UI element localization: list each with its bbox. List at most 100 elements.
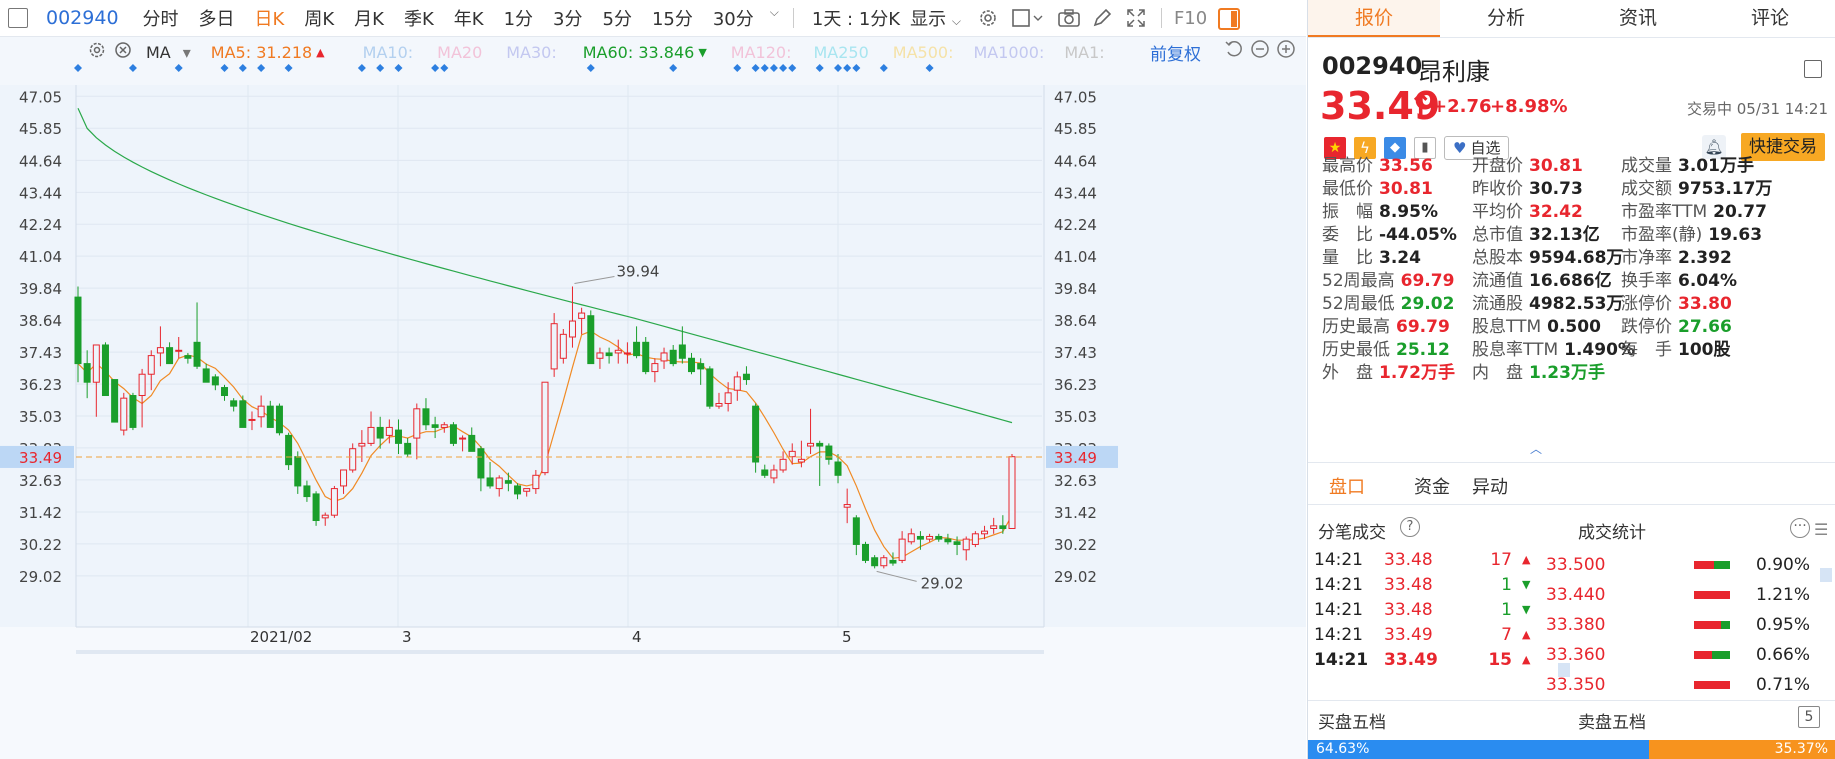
tick-price: 33.48 [1384, 600, 1433, 620]
candle-body [880, 557, 888, 567]
quote-value: 69.79 [1396, 317, 1450, 337]
kline-chart[interactable]: 47.05 47.05 45.85 45.85 44.64 44.64 43.44 43.44… [0, 37, 1306, 759]
five-levels-icon[interactable]: 5 [1798, 706, 1820, 728]
expand-icon[interactable] [1804, 60, 1822, 78]
candle [651, 358, 659, 383]
candle-body [742, 373, 750, 381]
settings-icon[interactable] [978, 8, 998, 28]
y-tick-label-left: 45.85 [19, 120, 62, 138]
tick-price: 33.49 [1384, 625, 1433, 645]
sub-tab[interactable]: 盘口 [1329, 473, 1365, 499]
ma-indicator-label[interactable]: MA [146, 43, 171, 62]
timeframe-tab[interactable]: 3分 [553, 5, 582, 31]
quote-item: 股息率TTM 1.490% [1472, 335, 1635, 360]
stat-pct: 0.95% [1755, 615, 1810, 635]
quote-item: 内 盘 1.23万手 [1472, 358, 1605, 383]
help-icon[interactable]: ? [1400, 517, 1420, 537]
y-tick-label-right: 45.85 [1054, 120, 1097, 138]
zoom-out-icon[interactable] [1250, 39, 1270, 64]
adjust-mode-button[interactable]: 前复权 [1150, 40, 1201, 65]
candle [468, 427, 476, 452]
candle-body [202, 368, 210, 383]
timeframe-tab[interactable]: 日K [255, 5, 285, 31]
stat-bar-fill [1694, 651, 1712, 659]
buy-five-levels-title: 买盘五档 [1318, 713, 1386, 733]
quote-item: 市盈率TTM 20.77 [1621, 197, 1767, 222]
candle-body [321, 514, 329, 519]
ticks-title: 分笔成交 [1318, 523, 1386, 543]
scroll-indicator[interactable] [1820, 568, 1832, 582]
candle-body [193, 341, 201, 367]
collapse-chevron-icon[interactable]: ︿ [1530, 440, 1542, 457]
candle-body [523, 488, 531, 492]
sell-ratio-text: 35.37% [1774, 741, 1828, 757]
panel-tab[interactable]: 分析 [1440, 0, 1572, 37]
candle [266, 400, 274, 428]
chart-settings-icon[interactable] [88, 41, 106, 63]
f10-button[interactable]: F10 [1174, 8, 1207, 29]
candle-body [999, 525, 1007, 529]
candle-body [633, 341, 641, 357]
y-tick-label-left: 47.05 [19, 88, 62, 106]
quote-value: 9753.17万 [1678, 179, 1773, 199]
candle [257, 395, 265, 428]
camera-icon[interactable] [1058, 8, 1080, 28]
fullscreen-icon[interactable] [1126, 8, 1146, 28]
scroll-indicator[interactable] [1558, 663, 1570, 677]
tick-time: 14:21 [1314, 650, 1369, 670]
candle [459, 435, 467, 452]
timeframe-tab[interactable]: 1分 [504, 5, 533, 31]
quote-label: 换手率 [1621, 271, 1672, 291]
candle-body [697, 363, 705, 370]
sidebar-toggle-icon[interactable] [8, 8, 28, 28]
candle [275, 403, 283, 436]
down-arrow-icon: ▼ [698, 45, 707, 59]
panel-tab[interactable]: 评论 [1704, 0, 1835, 37]
up-triangle-icon: ▲ [1522, 553, 1531, 566]
timeframe-tab[interactable]: 多日 [199, 5, 235, 31]
timeframe-tab[interactable]: 年K [454, 5, 484, 31]
multi-period-selector[interactable]: 1天 : 1分K [812, 5, 900, 31]
current-price-label-right: 33.49 [1054, 449, 1097, 467]
timeframe-tab[interactable]: 分时 [143, 5, 179, 31]
timeframe-tab[interactable]: 季K [404, 5, 434, 31]
quote-value: 1.23万手 [1529, 363, 1605, 383]
panel-tab[interactable]: 报价 [1308, 0, 1440, 37]
stock-name: 昂利康 [1418, 58, 1490, 86]
kline-chart-area[interactable]: 47.05 47.05 45.85 45.85 44.64 44.64 43.44 43.44… [0, 37, 1306, 759]
sub-tab[interactable]: 资金 [1414, 473, 1450, 499]
tick-volume: 17 [1490, 550, 1512, 570]
panel-tab[interactable]: 资讯 [1572, 0, 1704, 37]
list-view-icon[interactable]: ☰ [1814, 520, 1828, 539]
chart-footer-bg [0, 627, 1306, 759]
timeframe-tab[interactable]: 15分 [652, 5, 693, 31]
candle-body [248, 418, 256, 421]
display-menu[interactable]: 显示 ⌵ [910, 5, 961, 31]
close-ma-icon[interactable] [114, 41, 132, 63]
sub-tab[interactable]: 异动 [1472, 473, 1508, 499]
zoom-in-icon[interactable] [1276, 39, 1296, 64]
divider [1308, 462, 1835, 463]
candle-body [935, 535, 943, 540]
candle-body [834, 461, 842, 476]
chevron-down-icon[interactable]: ⌵ [770, 5, 779, 31]
layout-icon[interactable] [1012, 8, 1044, 28]
panel-toggle-icon[interactable] [1218, 8, 1241, 30]
candle-body [239, 400, 247, 428]
draw-pen-icon[interactable] [1092, 8, 1112, 28]
quote-value: 27.66 [1678, 317, 1732, 337]
quote-item: 外 盘 1.72万手 [1322, 358, 1455, 383]
divider [1160, 8, 1162, 28]
timeframe-tab[interactable]: 30分 [713, 5, 754, 31]
candle-body [221, 387, 229, 397]
more-options-icon[interactable]: ··· [1790, 518, 1810, 538]
timeframe-tab[interactable]: 5分 [603, 5, 632, 31]
candle-body [376, 426, 384, 439]
timeframe-tab[interactable]: 周K [304, 5, 334, 31]
candle-body [871, 557, 879, 567]
reset-icon[interactable] [1224, 39, 1244, 64]
candle-body [120, 397, 128, 431]
quote-label: 最低价 [1322, 179, 1373, 199]
price-change: +2.76 [1432, 96, 1492, 117]
timeframe-tab[interactable]: 月K [354, 5, 384, 31]
